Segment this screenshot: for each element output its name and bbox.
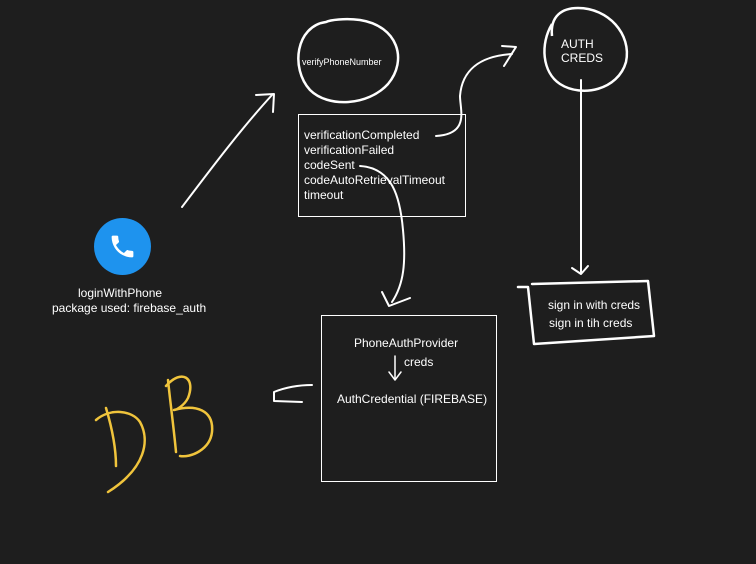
auth-creds-line1: AUTH	[561, 37, 594, 51]
provider-credential: AuthCredential (FIREBASE)	[337, 392, 488, 406]
db-handwriting	[94, 375, 214, 494]
provider-to-db-arrow	[273, 384, 313, 403]
callback-item: verificationCompleted	[304, 128, 420, 142]
callback-item: timeout	[304, 188, 344, 202]
completed-to-authcreds-arrowhead	[501, 45, 517, 67]
callback-item: verificationFailed	[304, 143, 395, 157]
callback-item: codeSent	[304, 158, 355, 172]
provider-title: PhoneAuthProvider	[354, 336, 459, 350]
auth-creds-line2: CREDS	[561, 51, 604, 65]
db-letter-d	[94, 406, 146, 494]
phone-to-verify-arrow	[181, 94, 273, 208]
provider-arrow-label: creds	[404, 355, 434, 369]
db-letter-b	[164, 375, 214, 458]
phone-icon	[111, 235, 134, 258]
whiteboard-canvas: loginWithPhone package used: firebase_au…	[0, 0, 756, 564]
callback-item: codeAutoRetrievalTimeout	[304, 173, 445, 187]
signin-box-shape	[516, 279, 656, 346]
signin-line1: sign in with creds	[548, 298, 641, 312]
phone-title: loginWithPhone	[78, 286, 163, 300]
phone-icon-badge	[94, 218, 151, 275]
phone-subtitle: package used: firebase_auth	[52, 301, 207, 315]
callbacks-list: verificationCompleted verificationFailed…	[304, 128, 445, 203]
verify-label: verifyPhoneNumber	[302, 57, 382, 67]
signin-line2: sign in tih creds	[549, 316, 633, 330]
